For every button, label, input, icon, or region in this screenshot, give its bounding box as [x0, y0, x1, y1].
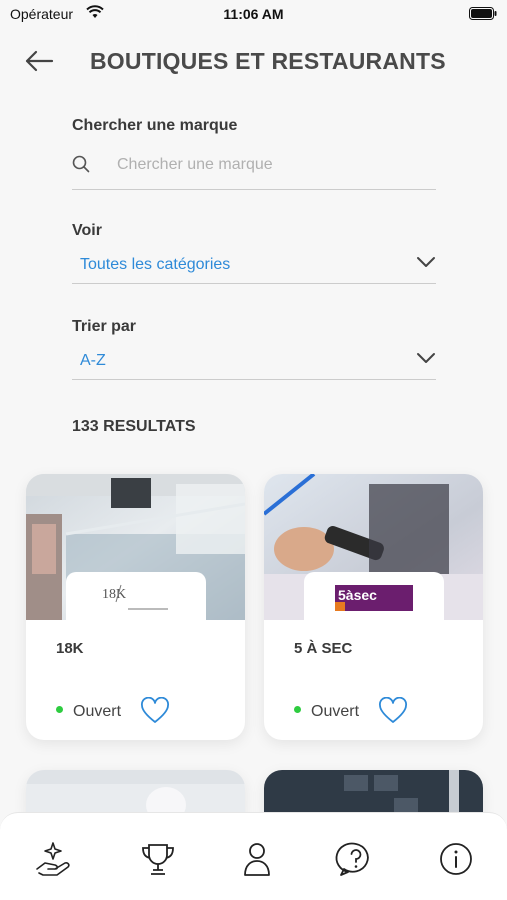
- tab-info[interactable]: [434, 839, 478, 879]
- tab-help[interactable]: [334, 839, 378, 879]
- favorite-button[interactable]: [378, 696, 408, 725]
- category-select-value: Toutes les catégories: [80, 256, 231, 273]
- store-status-label: Ouvert: [73, 703, 122, 720]
- logo-text: 5àsec: [338, 587, 377, 603]
- favorite-button[interactable]: [140, 696, 170, 725]
- open-status-dot: [294, 706, 301, 714]
- info-icon: [440, 843, 472, 875]
- store-name: 5 À SEC: [294, 640, 353, 657]
- clock-time: 11:06 AM: [223, 6, 284, 22]
- filter-voir-label: Voir: [72, 222, 102, 239]
- help-icon: [335, 842, 369, 876]
- store-card[interactable]: 5àsec 5 À SEC Ouvert: [264, 474, 483, 740]
- store-logo: 5àsec: [304, 572, 444, 620]
- logo-text: 18K: [102, 587, 126, 602]
- store-status: Ouvert: [56, 703, 121, 721]
- store-name: 18K: [56, 640, 84, 657]
- header: BOUTIQUES ET RESTAURANTS: [0, 40, 507, 84]
- trophy-icon: [142, 844, 174, 875]
- search-label: Chercher une marque: [72, 117, 238, 134]
- chevron-down-icon: [416, 351, 436, 370]
- heart-icon: [379, 696, 407, 723]
- sort-select-value: A-Z: [80, 352, 106, 369]
- category-select[interactable]: Toutes les catégories: [72, 248, 436, 284]
- profile-icon: [244, 843, 270, 876]
- tab-offers[interactable]: [33, 839, 77, 879]
- results-count: 133 RESULTATS: [72, 418, 196, 435]
- tab-bar: [0, 812, 507, 900]
- status-bar: Opérateur 11:06 AM: [0, 0, 507, 28]
- back-button[interactable]: [22, 46, 56, 76]
- store-status-label: Ouvert: [311, 703, 360, 720]
- battery-icon: [469, 7, 497, 23]
- search-input[interactable]: Chercher une marque: [72, 145, 436, 190]
- heart-icon: [141, 696, 169, 723]
- store-logo: 18K: [66, 572, 206, 620]
- arrow-left-icon: [25, 50, 54, 72]
- search-placeholder: Chercher une marque: [117, 156, 273, 173]
- offers-icon: [36, 842, 70, 876]
- tab-profile[interactable]: [235, 839, 279, 879]
- chevron-down-icon: [416, 255, 436, 274]
- page-title: BOUTIQUES ET RESTAURANTS: [90, 48, 446, 74]
- search-icon: [72, 155, 90, 178]
- store-status: Ouvert: [294, 703, 359, 721]
- open-status-dot: [56, 706, 63, 714]
- store-card[interactable]: 18K 18K Ouvert: [26, 474, 245, 740]
- tab-trophy[interactable]: [136, 839, 180, 879]
- sort-select[interactable]: A-Z: [72, 344, 436, 380]
- filter-trier-label: Trier par: [72, 318, 137, 335]
